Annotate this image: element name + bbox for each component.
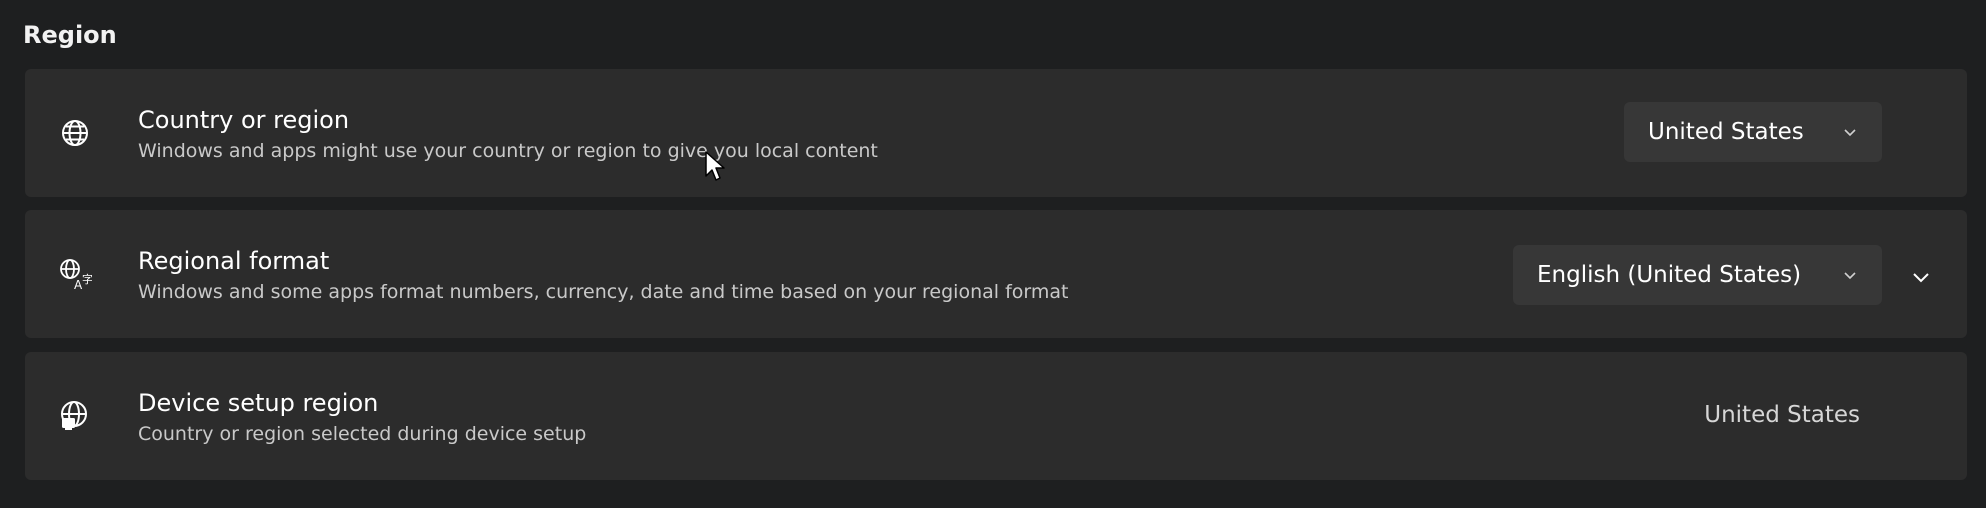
- chevron-down-icon: [1844, 272, 1856, 280]
- device-setup-region-title: Device setup region: [138, 389, 379, 417]
- country-region-title: Country or region: [138, 106, 350, 134]
- regional-format-selected-value: English (United States): [1537, 262, 1802, 288]
- regional-format-description: Windows and some apps format numbers, cu…: [138, 281, 1069, 303]
- globe-device-icon: [57, 398, 93, 434]
- country-region-dropdown[interactable]: United States: [1624, 102, 1882, 162]
- chevron-down-icon: [1844, 129, 1856, 137]
- country-region-description: Windows and apps might use your country …: [138, 140, 878, 162]
- device-setup-region-card: Device setup region Country or region se…: [25, 352, 1967, 480]
- section-title: Region: [23, 21, 117, 49]
- device-setup-region-value: United States: [1704, 402, 1860, 428]
- settings-page: Region Country or region Windows and app…: [0, 0, 1986, 508]
- expand-chevron-icon[interactable]: [1910, 266, 1932, 288]
- regional-format-title: Regional format: [138, 247, 330, 275]
- regional-format-card[interactable]: A 字 Regional format Windows and some app…: [25, 210, 1967, 338]
- globe-icon: [57, 115, 93, 151]
- device-setup-region-description: Country or region selected during device…: [138, 423, 587, 445]
- country-region-selected-value: United States: [1648, 119, 1804, 145]
- country-region-card: Country or region Windows and apps might…: [25, 69, 1967, 197]
- svg-text:字: 字: [82, 272, 92, 286]
- language-format-icon: A 字: [57, 256, 93, 292]
- regional-format-dropdown[interactable]: English (United States): [1513, 245, 1882, 305]
